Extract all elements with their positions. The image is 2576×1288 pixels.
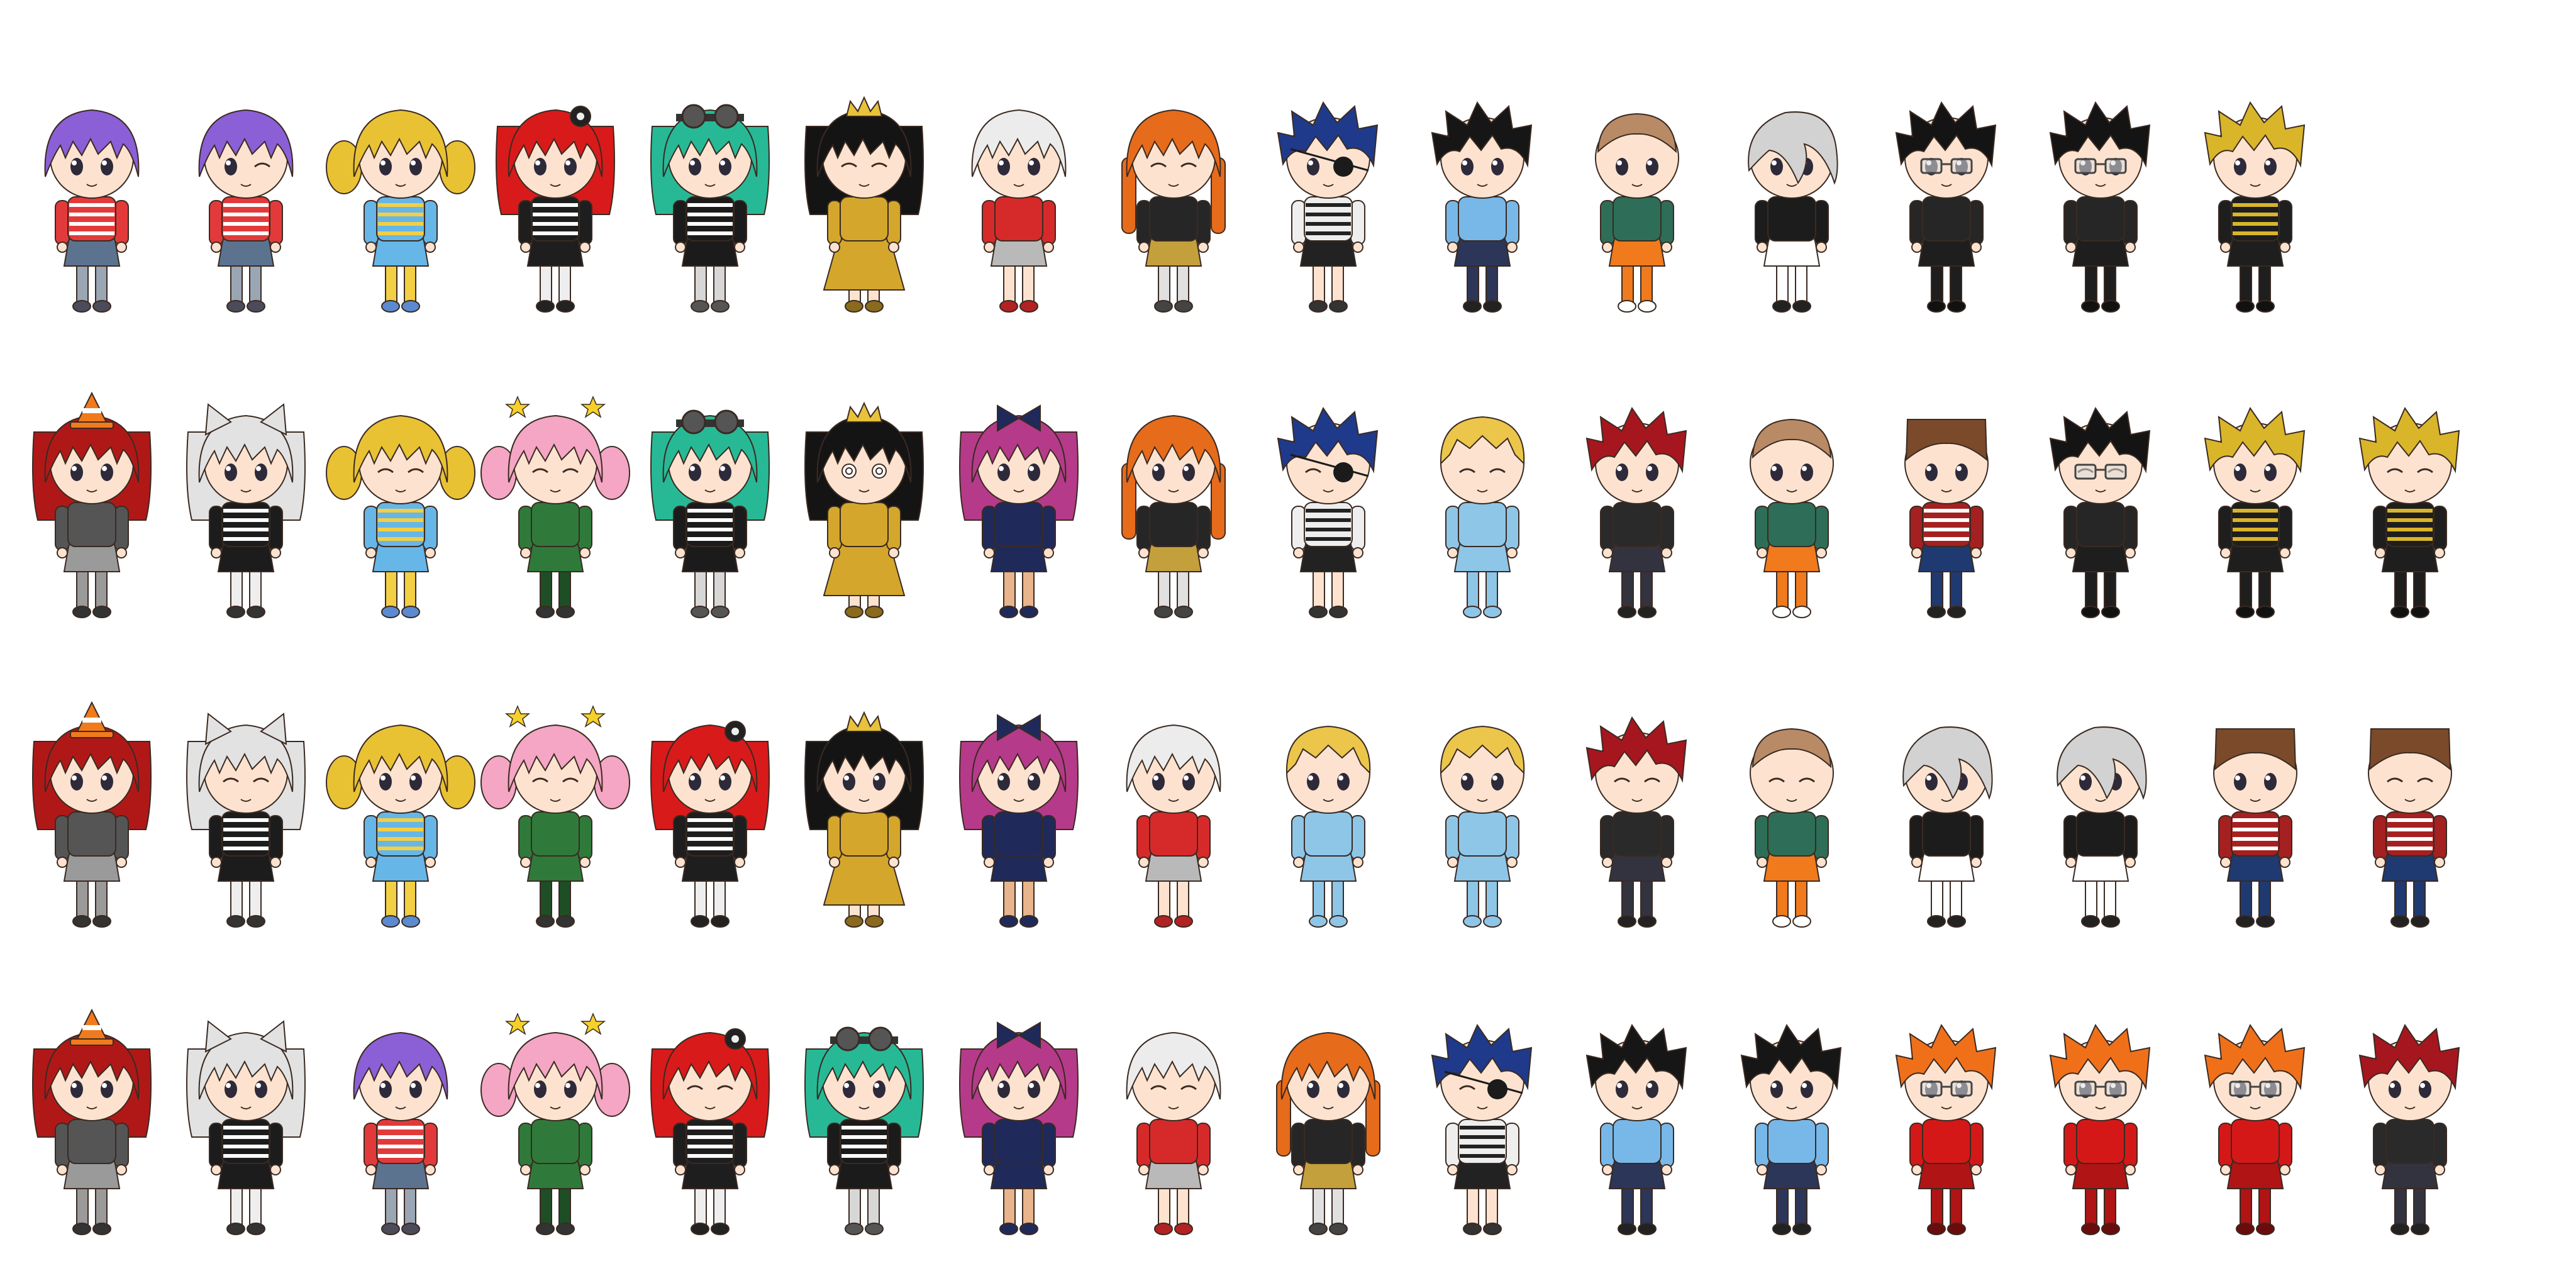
sprite-teal-goggles-r4c6 xyxy=(789,1011,940,1244)
sprite-silver-black-r3c14 xyxy=(2025,704,2176,936)
sprite-teal-goggles-r2c5 xyxy=(635,394,786,627)
sprite-orange-glasses-r4c15 xyxy=(2180,1011,2331,1244)
sprite-flat-top-r3c15 xyxy=(2180,704,2331,936)
sprite-glasses-suit-r1c13 xyxy=(1871,89,2022,321)
sprite-blonde-pajama-r3c10 xyxy=(1407,704,1558,936)
sprite-princess-r1c6 xyxy=(789,89,940,321)
sprite-cat-ear-girl-r4c2 xyxy=(170,1011,321,1244)
sprite-silver-black-r3c13 xyxy=(1871,704,2022,936)
sprite-blonde-armor-r2c16 xyxy=(2334,394,2485,627)
sprite-silver-black-r1c12 xyxy=(1716,89,1867,321)
sprite-red-spiky-r2c11 xyxy=(1562,394,1713,627)
sprite-flat-top-r2c13 xyxy=(1871,394,2022,627)
sprite-black-spiky-r4c12 xyxy=(1716,1011,1867,1244)
sprite-buzz-boy-r2c12 xyxy=(1716,394,1867,627)
sprite-buzz-boy-r1c11 xyxy=(1562,89,1713,321)
sprite-magenta-bow-r4c7 xyxy=(943,1011,1094,1244)
sprite-orange-glasses-r4c14 xyxy=(2025,1011,2176,1244)
sprite-black-spiky-r4c11 xyxy=(1562,1011,1713,1244)
sprite-black-spiky-r1c10 xyxy=(1407,89,1558,321)
sprite-cone-girl-r3c1 xyxy=(16,701,167,936)
sprite-blonde-twin-r2c3 xyxy=(325,394,476,627)
sprite-blonde-pajama-r3c9 xyxy=(1253,704,1404,936)
sprite-red-hair-girl-r1c4 xyxy=(480,89,631,321)
sprite-pink-twin-r3c4 xyxy=(480,704,631,936)
sprite-blonde-armor-r2c15 xyxy=(2180,394,2331,627)
sprite-blue-eyepatch-r4c10 xyxy=(1407,1011,1558,1244)
sprite-purple-girl-r1c2 xyxy=(170,89,321,321)
sprite-blue-eyepatch-r2c9 xyxy=(1253,394,1404,627)
sprite-glasses-suit-r2c14 xyxy=(2025,394,2176,627)
sprite-blonde-pajama-r2c10 xyxy=(1407,394,1558,627)
sprite-blonde-twin-r1c3 xyxy=(325,89,476,321)
sprite-cone-girl-r2c1 xyxy=(16,391,167,627)
sprite-white-bob-r1c7 xyxy=(943,89,1094,321)
character-sprite-sheet xyxy=(0,0,2576,1288)
sprite-cone-girl-r4c1 xyxy=(16,1008,167,1244)
sprite-cat-ear-girl-r2c2 xyxy=(170,394,321,627)
sprite-buzz-boy-r3c12 xyxy=(1716,704,1867,936)
sprite-blonde-twin-r3c3 xyxy=(325,704,476,936)
sprite-red-hair-girl-r3c5 xyxy=(635,704,786,936)
sprite-orange-braid-r4c9 xyxy=(1253,1011,1404,1244)
sprite-red-spiky-r4c16 xyxy=(2334,1011,2485,1244)
sprite-pink-twin-r4c4 xyxy=(480,1011,631,1244)
sprite-blue-eyepatch-r1c9 xyxy=(1253,89,1404,321)
sprite-magenta-bow-r2c7 xyxy=(943,394,1094,627)
sprite-purple-girl-r1c1 xyxy=(16,89,167,321)
sprite-magenta-bow-r3c7 xyxy=(943,704,1094,936)
sprite-white-bob-r4c8 xyxy=(1098,1011,1249,1244)
sprite-glasses-suit-r1c14 xyxy=(2025,89,2176,321)
sprite-purple-girl-r4c3 xyxy=(325,1011,476,1244)
sprite-teal-goggles-r1c5 xyxy=(635,89,786,321)
sprite-red-hair-girl-r4c5 xyxy=(635,1011,786,1244)
sprite-pink-twin-r2c4 xyxy=(480,394,631,627)
sprite-white-bob-r3c8 xyxy=(1098,704,1249,936)
sprite-princess-r2c6 xyxy=(789,394,940,627)
sprite-blonde-armor-r1c15 xyxy=(2180,89,2331,321)
sprite-cat-ear-girl-r3c2 xyxy=(170,704,321,936)
sprite-orange-braid-r2c8 xyxy=(1098,394,1249,627)
sprite-flat-top-r3c16 xyxy=(2334,704,2485,936)
sprite-orange-glasses-r4c13 xyxy=(1871,1011,2022,1244)
sprite-orange-braid-r1c8 xyxy=(1098,89,1249,321)
sprite-princess-r3c6 xyxy=(789,704,940,936)
sprite-red-spiky-r3c11 xyxy=(1562,704,1713,936)
